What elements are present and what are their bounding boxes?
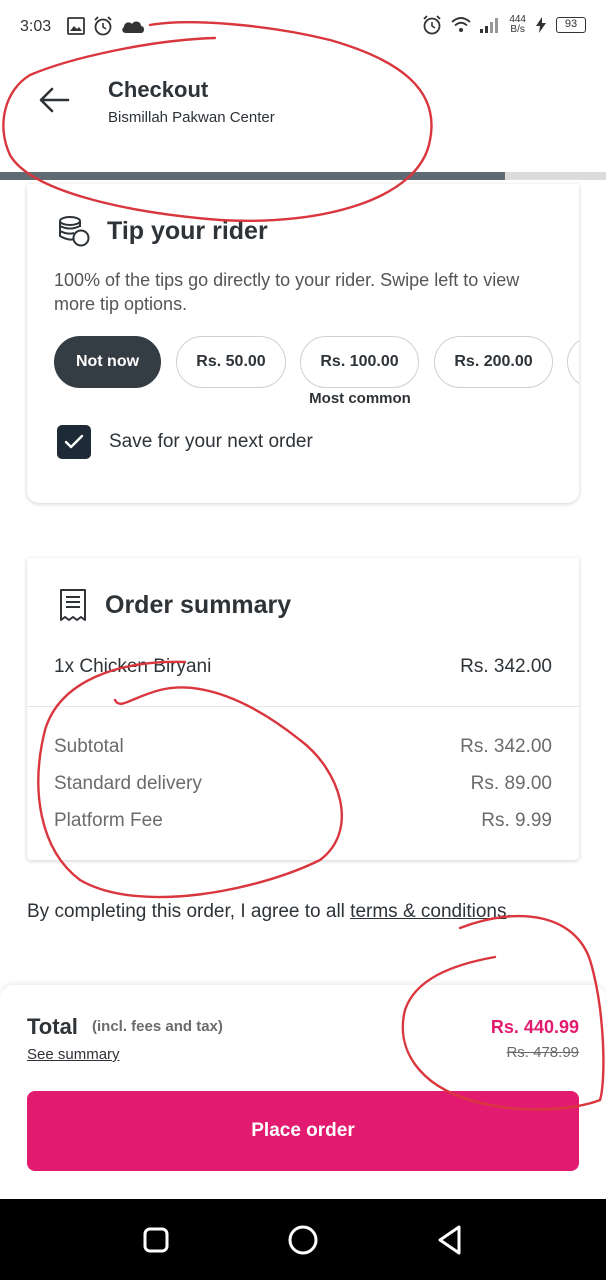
checkout-progress-bar <box>0 172 606 180</box>
tip-option-not-now[interactable]: Not now <box>54 336 161 388</box>
tip-option-100[interactable]: Rs. 100.00 <box>300 336 419 388</box>
tip-description: 100% of the tips go directly to your rid… <box>54 270 520 314</box>
fee-row-subtotal: Subtotal Rs. 342.00 <box>54 736 552 758</box>
total-label: Total <box>27 1014 78 1039</box>
order-summary-header: Order summary <box>57 588 291 622</box>
receipt-icon <box>60 589 86 621</box>
alarm-icon <box>423 15 441 35</box>
recents-icon[interactable] <box>138 1222 174 1258</box>
progress-fill <box>0 172 505 180</box>
signal-icon <box>480 18 499 33</box>
tip-header: Tip your rider <box>57 214 268 248</box>
summary-divider <box>27 706 579 707</box>
fee-row-delivery: Standard delivery Rs. 89.00 <box>54 773 552 795</box>
fee-row-platform: Platform Fee Rs. 9.99 <box>54 810 552 832</box>
charging-icon <box>536 17 546 33</box>
restaurant-name: Bismillah Pakwan Center <box>108 109 275 126</box>
place-order-button[interactable]: Place order <box>27 1091 579 1171</box>
home-icon[interactable] <box>285 1222 321 1258</box>
tip-card: Tip your rider 100% of the tips go direc… <box>27 184 579 503</box>
page-title: Checkout <box>108 77 209 102</box>
checkout-footer: Total (incl. fees and tax) See summary R… <box>0 985 606 1199</box>
tip-option-more[interactable] <box>567 336 579 388</box>
see-summary-link[interactable]: See summary <box>27 1046 120 1063</box>
status-time: 3:03 <box>20 18 52 35</box>
tip-option-200[interactable]: Rs. 200.00 <box>434 336 553 388</box>
fee-value: Rs. 342.00 <box>460 736 552 757</box>
coins-icon <box>59 216 90 247</box>
checkmark-icon <box>64 434 84 449</box>
save-tip-row[interactable]: Save for your next order <box>57 425 313 459</box>
tip-options: Not now Rs. 50.00 Rs. 100.00 Rs. 200.00 <box>54 336 579 392</box>
back-nav-icon[interactable] <box>432 1222 468 1258</box>
order-item-row: 1x Chicken Biryani Rs. 342.00 <box>54 656 552 678</box>
tip-title: Tip your rider <box>107 216 268 245</box>
order-item-name: 1x Chicken Biryani <box>54 656 212 677</box>
battery-icon: 93 <box>556 17 586 33</box>
alarm-icon <box>94 16 112 36</box>
wifi-icon <box>451 17 471 32</box>
status-bar: 3:03 444 B/s 93 <box>0 0 606 56</box>
fee-value: Rs. 89.00 <box>470 773 552 794</box>
total-note: (incl. fees and tax) <box>92 1018 223 1035</box>
order-summary-card: Order summary 1x Chicken Biryani Rs. 342… <box>27 558 579 860</box>
fee-label: Platform Fee <box>54 810 163 831</box>
save-tip-label: Save for your next order <box>109 431 313 452</box>
tip-option-50[interactable]: Rs. 50.00 <box>176 336 286 388</box>
order-item-price: Rs. 342.00 <box>460 656 552 677</box>
original-price: Rs. 478.99 <box>506 1044 579 1061</box>
order-summary-title: Order summary <box>105 590 292 619</box>
cloud-icon <box>122 21 144 33</box>
total-price: Rs. 440.99 <box>490 1017 579 1037</box>
fee-label: Subtotal <box>54 736 124 757</box>
back-arrow-icon[interactable] <box>36 82 72 118</box>
terms-text: By completing this order, I agree to all… <box>27 901 512 922</box>
system-nav-bar <box>0 1199 606 1280</box>
checkout-header: Checkout Bismillah Pakwan Center <box>0 56 606 172</box>
save-tip-checkbox[interactable] <box>57 425 91 459</box>
network-speed: 444 B/s <box>509 14 526 35</box>
fee-label: Standard delivery <box>54 773 202 794</box>
fee-value: Rs. 9.99 <box>481 810 552 831</box>
gallery-icon <box>67 17 85 35</box>
terms-link[interactable]: terms & conditions <box>350 901 506 922</box>
most-common-label: Most common <box>309 390 411 407</box>
